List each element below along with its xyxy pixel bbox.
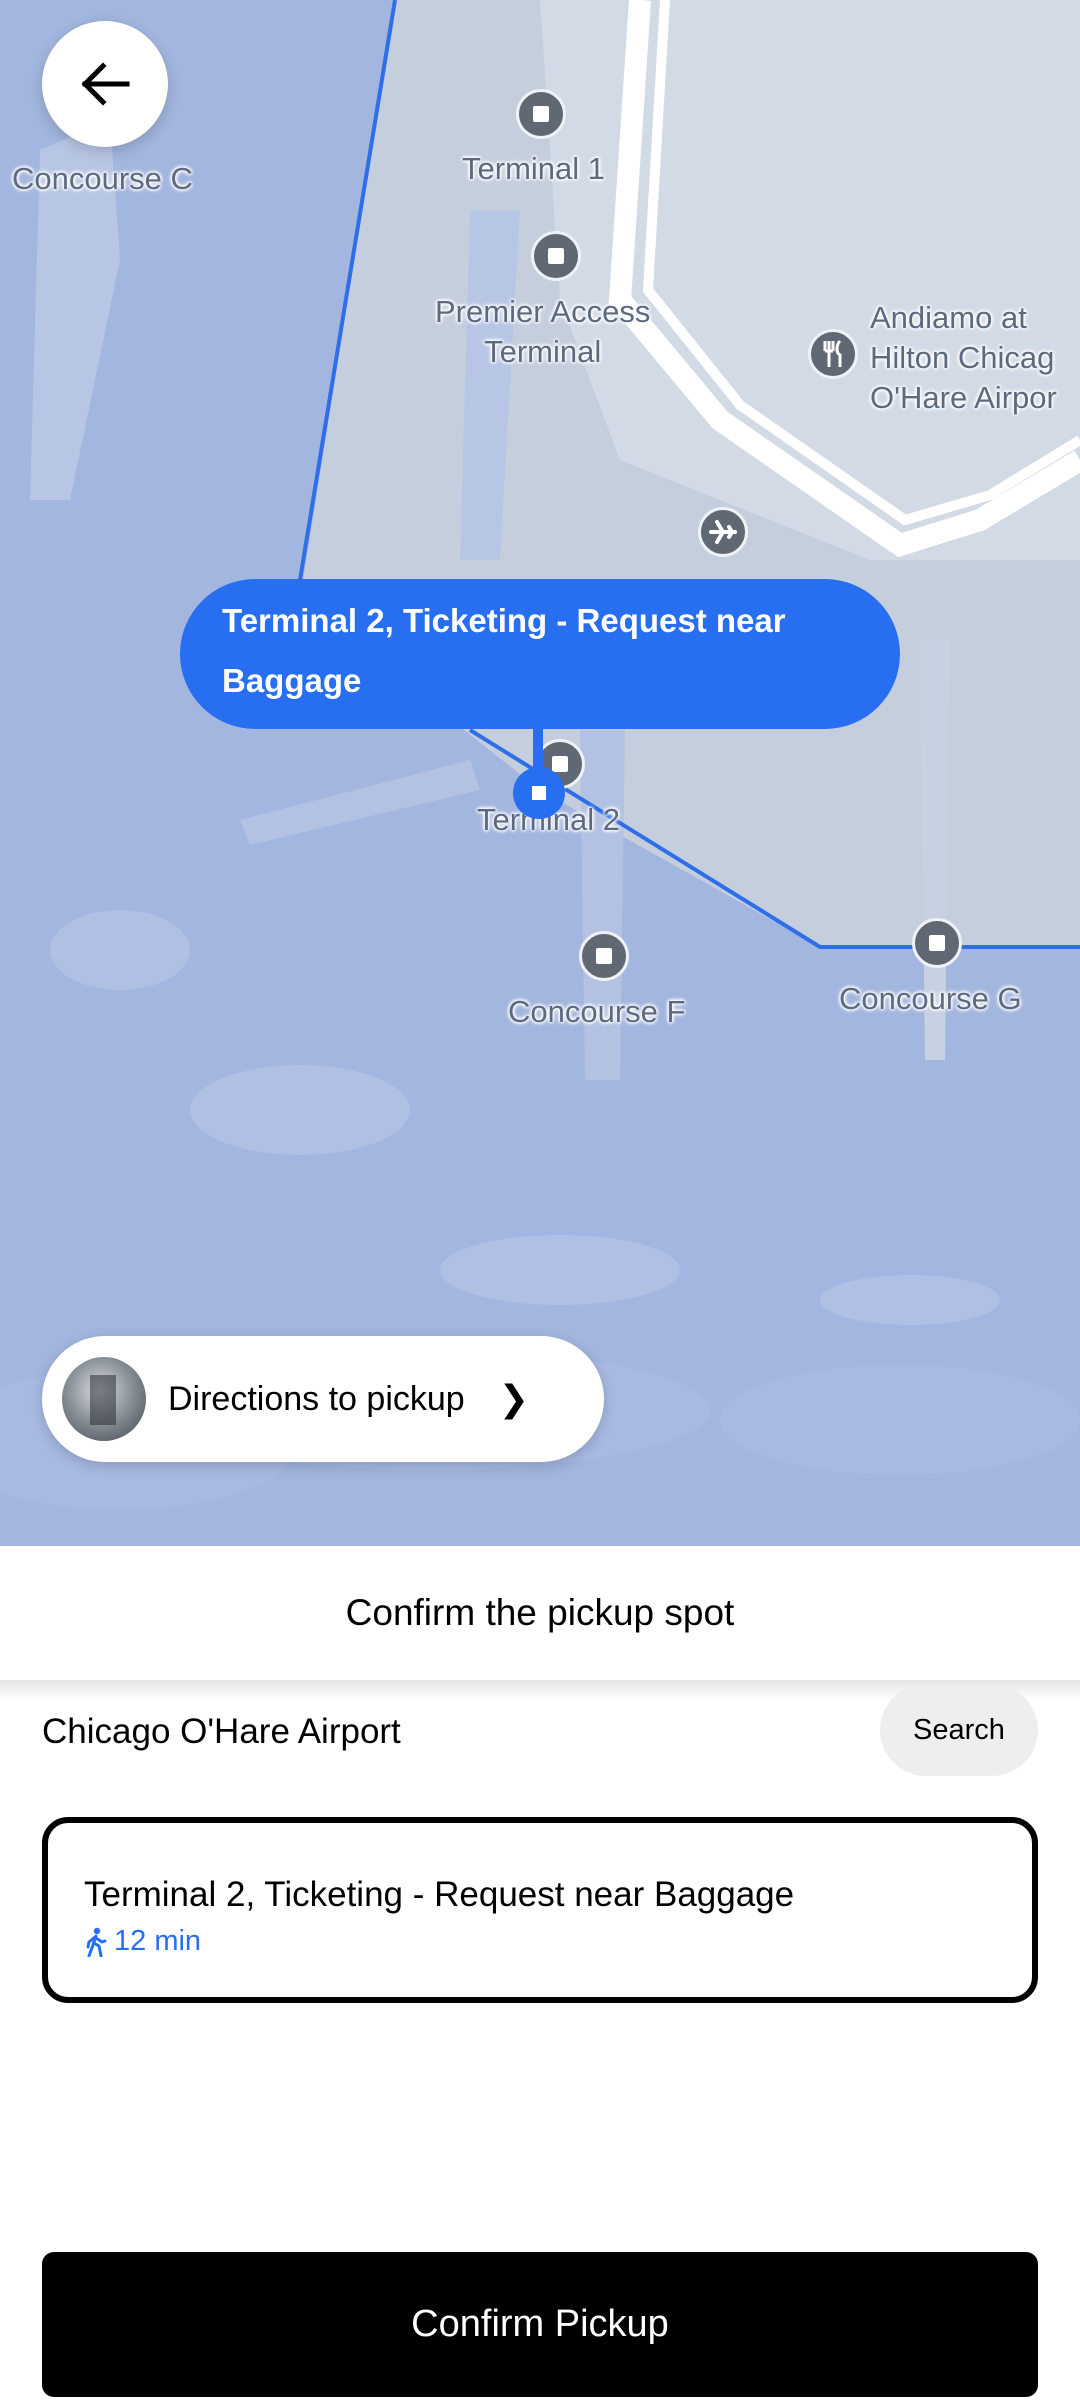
chevron-right-icon: ❯ [498, 1378, 529, 1419]
back-button[interactable] [42, 21, 168, 147]
arrow-left-icon [81, 62, 130, 106]
walk-time-value: 12 min [114, 1925, 202, 1957]
pickup-photo-thumbnail [62, 1357, 146, 1441]
pickup-location-bubble[interactable]: Terminal 2, Ticketing - Request near Bag… [180, 579, 900, 729]
location-name: Chicago O'Hare Airport [42, 1712, 401, 1751]
sheet-title: Confirm the pickup spot [345, 1592, 735, 1633]
pickup-spot-title: Terminal 2, Ticketing - Request near Bag… [84, 1875, 795, 1914]
pickup-pin-icon[interactable] [513, 767, 565, 819]
walk-time: 12 min [84, 1925, 201, 1958]
selected-pickup-spot-card[interactable]: Terminal 2, Ticketing - Request near Bag… [42, 1817, 1038, 2003]
map-label-concourse-c: Concourse C [12, 161, 193, 196]
terminal-1-pin-icon[interactable] [516, 89, 566, 139]
concourse-g-pin-icon[interactable] [912, 918, 962, 968]
map-label-terminal-1: Terminal 1 [462, 151, 605, 186]
directions-label: Directions to pickup [168, 1379, 465, 1418]
concourse-f-pin-icon[interactable] [579, 931, 629, 981]
map-label-premier-access: Premier Access Terminal [435, 294, 651, 369]
walking-person-icon [86, 1927, 107, 1957]
directions-to-pickup-button[interactable]: Directions to pickup ❯ [42, 1336, 604, 1462]
map-label-concourse-g: Concourse G [839, 981, 1022, 1016]
airport-pin-icon[interactable] [698, 507, 748, 557]
confirm-pickup-button[interactable]: Confirm Pickup [42, 2252, 1038, 2397]
map-label-andiamo: Andiamo at Hilton Chicag O'Hare Airpor [870, 300, 1057, 415]
map-label-concourse-f: Concourse F [508, 994, 686, 1029]
restaurant-pin-icon[interactable] [808, 329, 858, 379]
search-button[interactable]: Search [880, 1684, 1038, 1776]
premier-access-pin-icon[interactable] [531, 231, 581, 281]
map-view[interactable]: Concourse C Terminal 1 Premier Access Te… [0, 0, 1080, 1560]
